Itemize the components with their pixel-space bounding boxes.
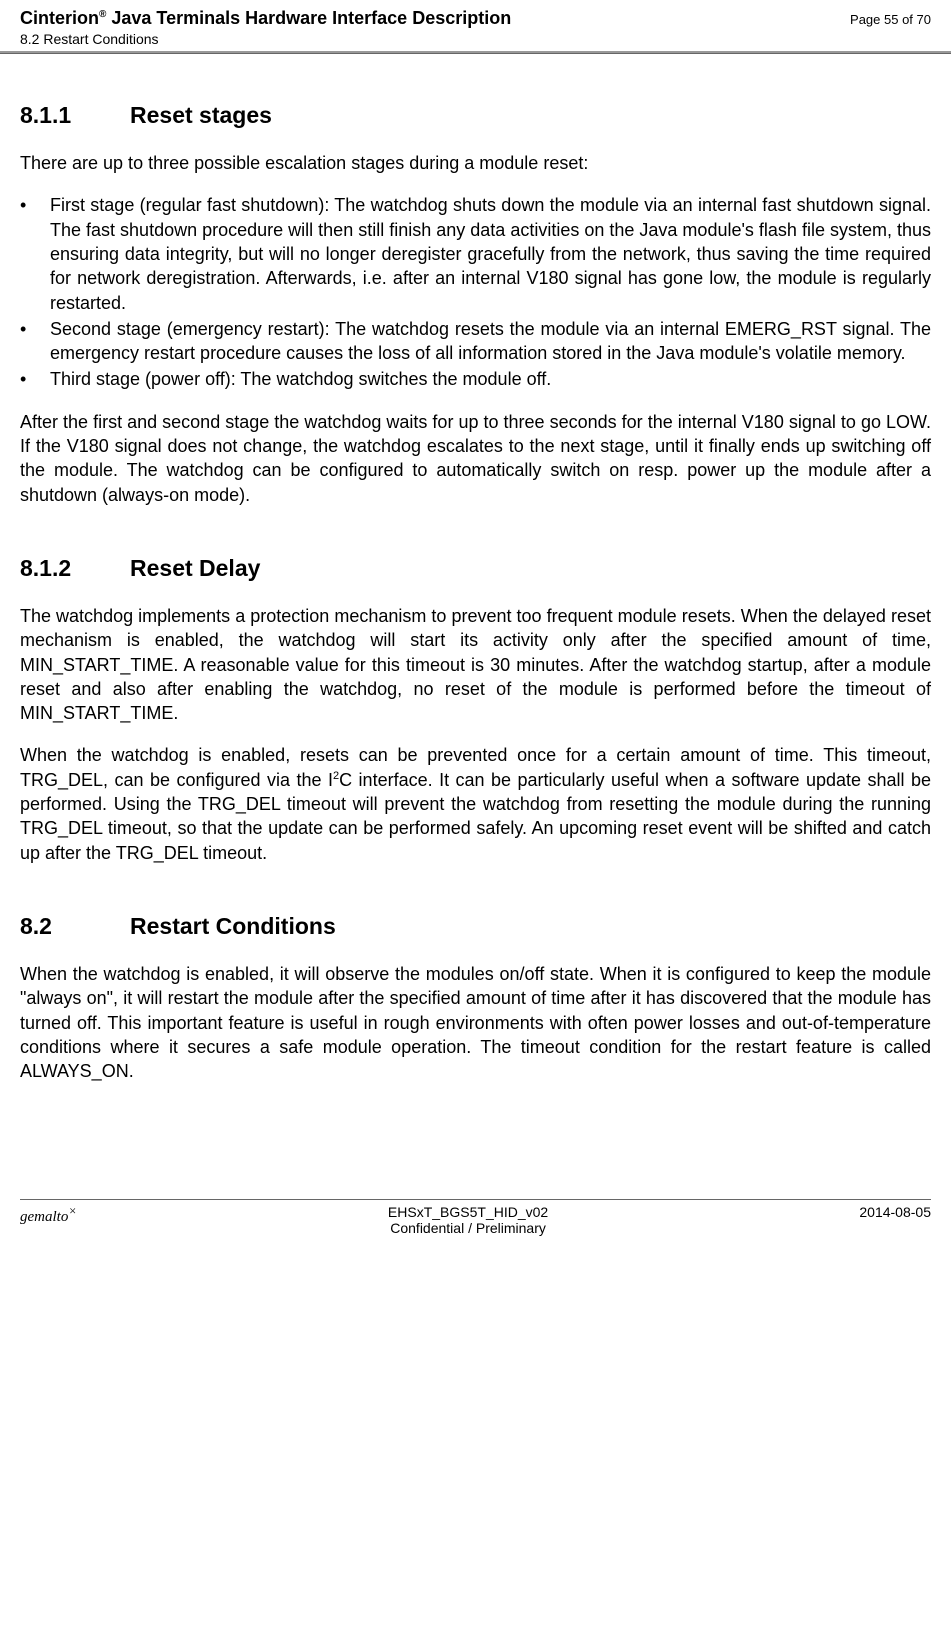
logo-text: gemalto (20, 1209, 68, 1225)
section-number: 8.1.2 (20, 553, 130, 584)
bullet-list: • First stage (regular fast shutdown): T… (20, 193, 931, 391)
section-heading-restart-conditions: 8.2Restart Conditions (20, 911, 931, 942)
page-header: Cinterion® Java Terminals Hardware Inter… (0, 0, 951, 53)
brand-logo: gemalto× (20, 1204, 77, 1236)
bullet-icon: • (20, 367, 50, 391)
footer-divider (20, 1199, 931, 1200)
header-subtitle: 8.2 Restart Conditions (20, 31, 931, 47)
list-item: • Second stage (emergency restart): The … (20, 317, 931, 366)
bullet-icon: • (20, 193, 50, 314)
logo-mark: × (68, 1204, 76, 1218)
section-title: Reset stages (130, 102, 272, 128)
list-item: • First stage (regular fast shutdown): T… (20, 193, 931, 314)
section-title: Restart Conditions (130, 913, 336, 939)
footer-center: EHSxT_BGS5T_HID_v02 Confidential / Preli… (77, 1204, 860, 1236)
paragraph: When the watchdog is enabled, it will ob… (20, 962, 931, 1083)
title-rest: Java Terminals Hardware Interface Descri… (106, 8, 511, 28)
title-brand: Cinterion (20, 8, 99, 28)
bullet-text: Second stage (emergency restart): The wa… (50, 317, 931, 366)
page-footer: gemalto× EHSxT_BGS5T_HID_v02 Confidentia… (0, 1193, 951, 1250)
page-number: Page 55 of 70 (850, 12, 931, 27)
paragraph: When the watchdog is enabled, resets can… (20, 743, 931, 864)
paragraph: There are up to three possible escalatio… (20, 151, 931, 175)
doc-id: EHSxT_BGS5T_HID_v02 (77, 1204, 860, 1220)
list-item: • Third stage (power off): The watchdog … (20, 367, 931, 391)
section-number: 8.1.1 (20, 100, 130, 131)
bullet-text: Third stage (power off): The watchdog sw… (50, 367, 931, 391)
section-title: Reset Delay (130, 555, 260, 581)
bullet-text: First stage (regular fast shutdown): The… (50, 193, 931, 314)
paragraph: After the first and second stage the wat… (20, 410, 931, 507)
section-heading-reset-stages: 8.1.1Reset stages (20, 100, 931, 131)
section-heading-reset-delay: 8.1.2Reset Delay (20, 553, 931, 584)
paragraph: The watchdog implements a protection mec… (20, 604, 931, 725)
page-content: 8.1.1Reset stages There are up to three … (0, 54, 951, 1083)
doc-title: Cinterion® Java Terminals Hardware Inter… (20, 8, 511, 29)
bullet-icon: • (20, 317, 50, 366)
footer-date: 2014-08-05 (859, 1204, 931, 1236)
confidential-label: Confidential / Preliminary (77, 1220, 860, 1236)
section-number: 8.2 (20, 911, 130, 942)
